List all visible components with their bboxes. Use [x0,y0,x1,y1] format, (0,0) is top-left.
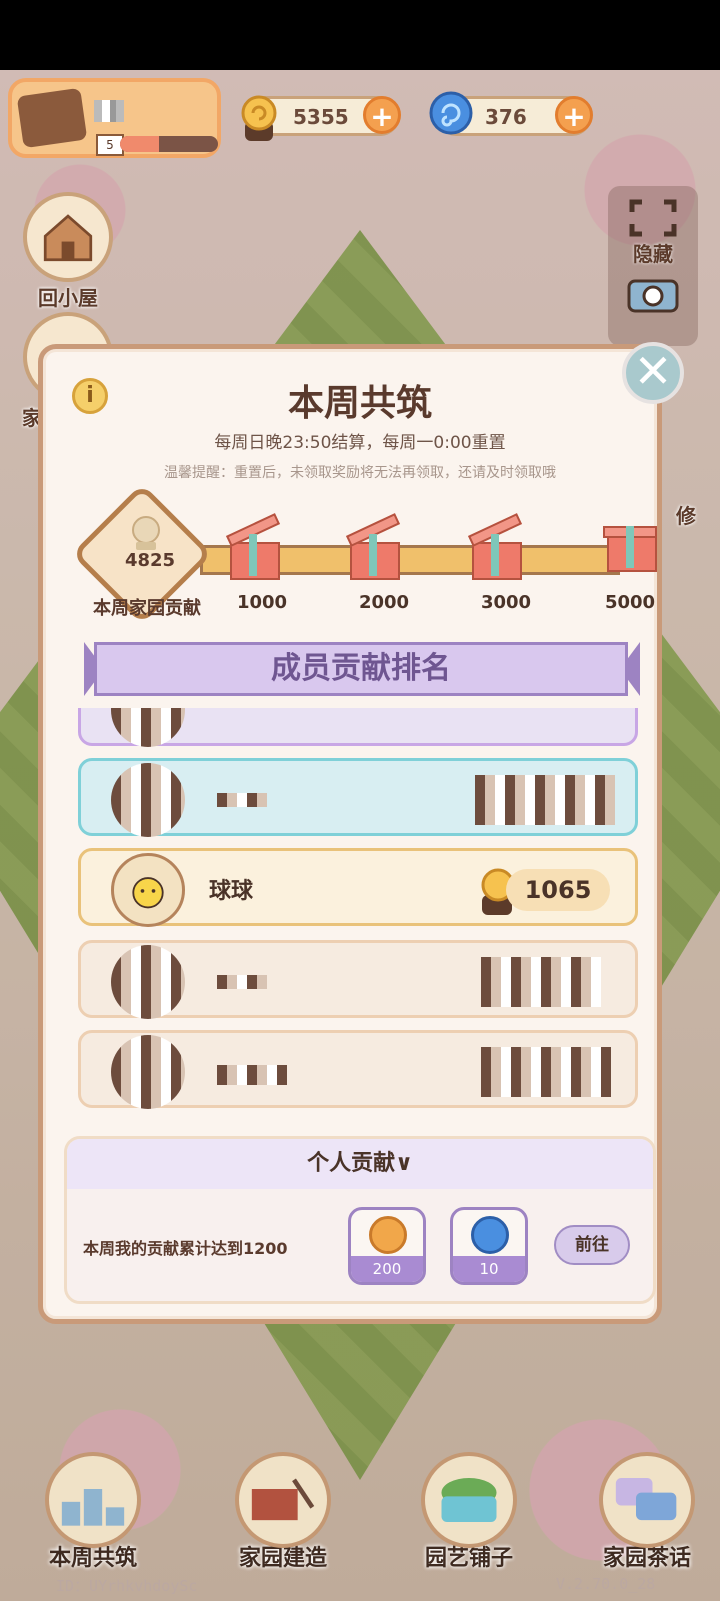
milestone-label-3000: 3000 [480,592,532,613]
player-name-redacted [94,100,124,122]
milestone-gift-1000[interactable] [225,513,281,580]
member-avatar-redacted [111,1035,185,1109]
reward-coin-amount: 200 [351,1256,423,1282]
snail-coin-icon [241,95,277,141]
member-avatar-redacted [111,708,185,747]
milestone-label-1000: 1000 [236,592,288,613]
blue-gem-value: 376 [485,105,527,129]
milestone-label-5000: 5000 [604,592,656,613]
dialog-tip: 温馨提醒：重置后，未领取奖励将无法再领取，还请及时领取哦 [164,465,556,481]
brick-trowel-icon [235,1452,331,1548]
member-name-redacted [217,793,267,807]
reward-gem: 10 [450,1207,528,1285]
member-score-redacted [481,957,601,1007]
blue-swirl-icon [429,91,473,135]
personal-contribution-header[interactable]: 个人贡献∨ [67,1139,653,1189]
snail-trophy-icon [132,516,160,550]
decor-label[interactable]: 修 [676,500,696,529]
reward-coin: 200 [348,1207,426,1285]
home-button[interactable]: 回小屋 [18,192,118,311]
bee-avatar [111,853,185,927]
level-progress-fill [120,136,160,152]
ranking-row-redacted [78,758,638,837]
photo-button[interactable] [608,267,698,313]
player-id: ID：UYrhkvhdoySc [56,1577,198,1595]
go-button[interactable]: 前往 [554,1225,630,1265]
milestone-label-2000: 2000 [358,592,410,613]
dialog-title: 本周共筑 [287,383,432,424]
member-score-redacted [475,775,615,825]
milestone-gift-5000[interactable] [603,522,657,572]
add-snail-coin-button[interactable]: + [363,96,401,134]
member-ranking-list[interactable]: 球球 1065 [72,708,648,1110]
dialog-schedule: 每周日晚23:50结算，每周一0:00重置 [214,433,506,453]
milestone-gift-3000[interactable] [467,513,523,580]
hide-button[interactable]: 隐藏 [608,186,698,267]
blue-gem-counter: 376 + [429,91,593,136]
player-profile-card[interactable]: 5 [8,78,221,158]
milestone-gift-2000[interactable] [345,513,401,580]
member-name-redacted [217,975,267,989]
ranking-row-redacted [78,940,638,1019]
ranking-row-self: 球球 1065 [78,848,638,927]
status-bar [0,0,720,70]
house-icon [23,192,113,282]
camera-icon [627,279,679,313]
weekly-contribution-value: 4825 [124,550,176,571]
member-score: 1065 [506,869,610,911]
level-progress-bar [120,136,218,152]
nav-garden-shop[interactable]: 园艺铺子 [414,1452,524,1572]
weekly-contribution-label: 本周家园贡献 [93,598,201,619]
hide-label: 隐藏 [633,242,673,266]
ranking-banner: 成员贡献排名 [94,642,628,696]
app-version: V.2.70.0_28 [556,1575,656,1593]
fullscreen-frame-icon [629,199,677,237]
chat-bubbles-icon [599,1452,695,1548]
nav-home-build[interactable]: 家园建造 [228,1452,338,1572]
nav-home-chat[interactable]: 家园茶话 [592,1452,702,1572]
gold-coin-icon [369,1216,407,1254]
ranking-row-partial [78,708,638,747]
member-avatar-redacted [111,945,185,1019]
member-name-redacted [217,1065,287,1085]
member-avatar-redacted [111,763,185,837]
snail-coin-value: 5355 [293,105,349,129]
planter-icon [421,1452,517,1548]
personal-task-text: 本周我的贡献累计达到1200 [83,1239,288,1258]
blue-swirl-icon [471,1216,509,1254]
player-avatar [16,87,88,149]
reward-gem-amount: 10 [453,1256,525,1282]
podium-icon [45,1452,141,1548]
add-blue-gem-button[interactable]: + [555,96,593,134]
member-name: 球球 [209,879,254,904]
nav-weekly-build[interactable]: 本周共筑 [38,1452,148,1572]
ranking-row-redacted [78,1030,638,1109]
snail-coin-counter: 5355 + [241,95,401,141]
member-score-redacted [481,1047,611,1097]
right-tool-panel: 隐藏 [608,186,698,346]
home-label: 回小屋 [38,286,98,310]
